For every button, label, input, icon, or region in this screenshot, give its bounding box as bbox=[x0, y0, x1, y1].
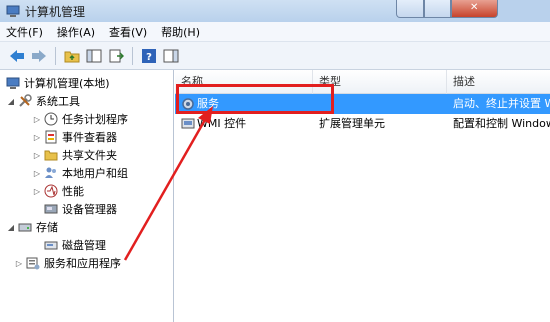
close-button[interactable] bbox=[451, 0, 498, 18]
tree-label: 本地用户和组 bbox=[62, 167, 128, 180]
tree-label: 服务和应用程序 bbox=[44, 257, 121, 270]
clock-icon bbox=[44, 112, 58, 126]
toolbar-separator bbox=[132, 46, 133, 65]
computer-management-icon bbox=[6, 77, 20, 89]
tree-item-services-apps[interactable]: ▷ 服务和应用程序 bbox=[14, 254, 121, 272]
back-arrow-icon[interactable] bbox=[8, 47, 26, 65]
tree-item-event-viewer[interactable]: ▷ 事件查看器 bbox=[32, 128, 117, 146]
expand-arrow-icon[interactable]: ▷ bbox=[32, 187, 42, 196]
expand-arrow-icon[interactable]: ▷ bbox=[32, 169, 42, 178]
toolbar: ? bbox=[0, 42, 550, 70]
cell-description: 启动、终止并设置 Wi bbox=[453, 97, 550, 110]
tree-item-local-users[interactable]: ▷ 本地用户和组 bbox=[32, 164, 128, 182]
column-header-description[interactable]: 描述 bbox=[447, 70, 550, 94]
tree-label: 事件查看器 bbox=[62, 131, 117, 144]
expand-arrow-icon[interactable]: ▷ bbox=[32, 133, 42, 142]
tree-item-storage[interactable]: ◢ 存储 bbox=[6, 218, 58, 236]
expand-arrow-icon[interactable]: ▷ bbox=[14, 259, 24, 268]
tree-label: 磁盘管理 bbox=[62, 239, 106, 252]
toolbar-separator bbox=[55, 46, 56, 65]
menu-bar: 文件(F) 操作(A) 查看(V) 帮助(H) bbox=[0, 22, 550, 42]
tree-item-shared-folders[interactable]: ▷ 共享文件夹 bbox=[32, 146, 117, 164]
export-list-icon[interactable] bbox=[107, 47, 125, 65]
minimize-button[interactable] bbox=[396, 0, 424, 18]
help-icon[interactable]: ? bbox=[140, 47, 158, 65]
tree-label: 共享文件夹 bbox=[62, 149, 117, 162]
device-manager-icon bbox=[44, 204, 58, 214]
disk-icon bbox=[44, 241, 58, 250]
computer-management-icon bbox=[6, 5, 20, 17]
cell-type: 扩展管理单元 bbox=[319, 117, 385, 130]
collapse-arrow-icon[interactable]: ◢ bbox=[6, 97, 16, 106]
tree-label: 设备管理器 bbox=[62, 203, 117, 216]
collapse-arrow-icon[interactable]: ◢ bbox=[6, 223, 16, 232]
tree-item-device-manager[interactable]: 设备管理器 bbox=[44, 200, 117, 218]
list-row-wmi[interactable]: WMI 控件 扩展管理单元 配置和控制 Window bbox=[175, 114, 550, 134]
event-viewer-icon bbox=[45, 130, 57, 144]
expand-arrow-icon[interactable]: ▷ bbox=[32, 115, 42, 124]
users-icon bbox=[45, 167, 56, 178]
tools-icon bbox=[19, 94, 32, 107]
up-folder-icon[interactable] bbox=[63, 47, 81, 65]
shared-folder-icon bbox=[44, 150, 58, 161]
tree-label: 性能 bbox=[62, 185, 84, 198]
tree-label: 系统工具 bbox=[36, 95, 80, 108]
tree-label: 计算机管理(本地) bbox=[24, 77, 110, 90]
annotation-highlight-box bbox=[176, 84, 334, 114]
tree-label: 存储 bbox=[36, 221, 58, 234]
storage-icon bbox=[18, 223, 32, 232]
cell-name: WMI 控件 bbox=[197, 117, 247, 130]
tree-item-root[interactable]: 计算机管理(本地) bbox=[6, 74, 110, 92]
window-title: 计算机管理 bbox=[25, 4, 86, 19]
tree-item-disk-management[interactable]: 磁盘管理 bbox=[44, 236, 106, 254]
maximize-button[interactable] bbox=[424, 0, 451, 18]
menu-file[interactable]: 文件(F) bbox=[6, 24, 43, 40]
cell-type bbox=[319, 94, 443, 114]
tree-item-performance[interactable]: ▷ 性能 bbox=[32, 182, 84, 200]
tree-item-system-tools[interactable]: ◢ 系统工具 bbox=[6, 92, 80, 110]
show-hide-tree-icon[interactable] bbox=[85, 47, 103, 65]
svg-text:?: ? bbox=[146, 52, 152, 63]
performance-icon bbox=[44, 184, 58, 198]
tree-item-task-scheduler[interactable]: ▷ 任务计划程序 bbox=[32, 110, 128, 128]
menu-help[interactable]: 帮助(H) bbox=[161, 24, 200, 40]
services-apps-icon bbox=[26, 257, 40, 270]
menu-action[interactable]: 操作(A) bbox=[57, 24, 95, 40]
title-bar-background bbox=[498, 0, 550, 22]
show-hide-action-pane-icon[interactable] bbox=[162, 47, 180, 65]
wmi-control-icon bbox=[181, 118, 195, 129]
forward-arrow-icon[interactable] bbox=[30, 47, 48, 65]
expand-arrow-icon[interactable]: ▷ bbox=[32, 151, 42, 160]
menu-view[interactable]: 查看(V) bbox=[109, 24, 147, 40]
tree-label: 任务计划程序 bbox=[62, 113, 128, 126]
cell-description: 配置和控制 Window bbox=[453, 117, 550, 130]
console-tree: 计算机管理(本地) ◢ 系统工具 ▷ 任务计划程序 ▷ 事件查看器 ▷ 共享文件… bbox=[0, 70, 174, 322]
